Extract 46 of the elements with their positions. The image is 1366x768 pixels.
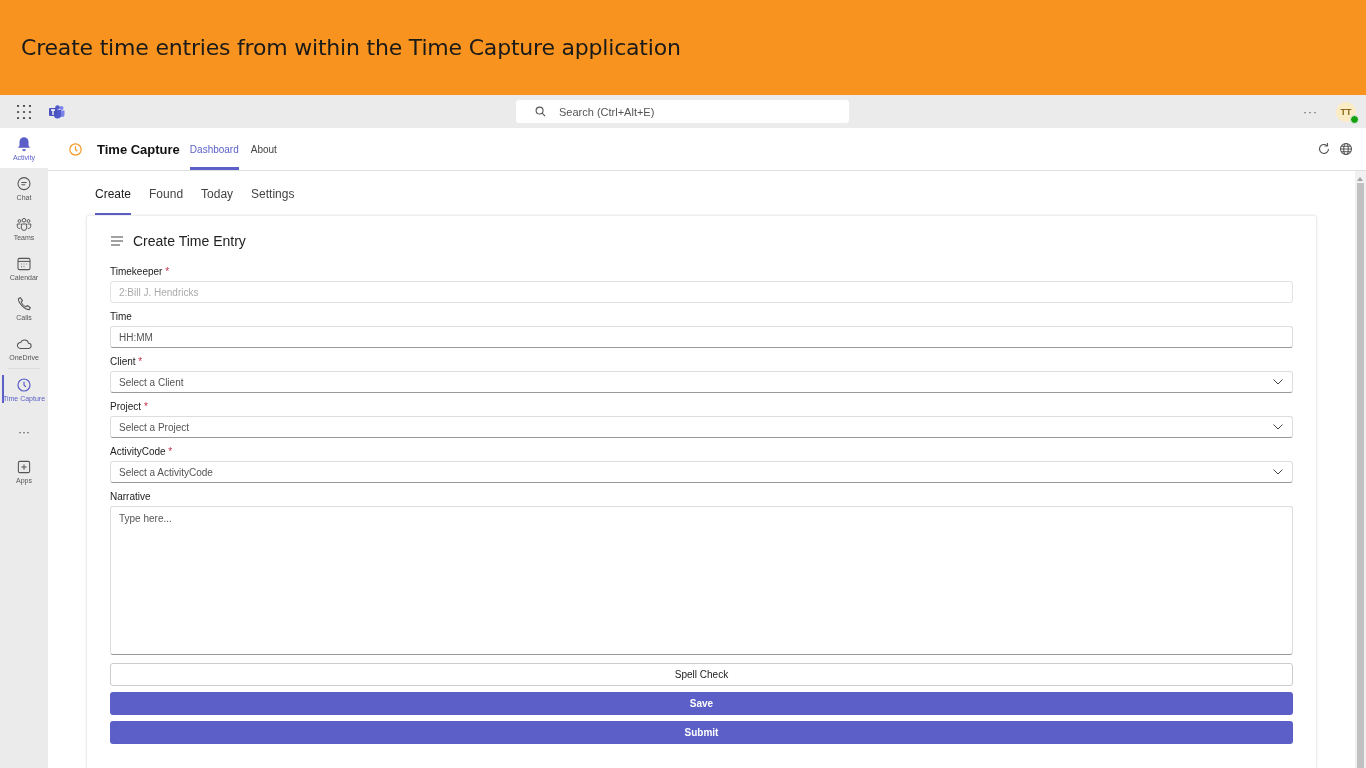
teams-icon [15, 215, 33, 233]
field-label: Timekeeper * [110, 266, 171, 278]
action-button[interactable]: Submit [110, 721, 1293, 744]
form-tab[interactable]: Found [149, 171, 184, 215]
input-field[interactable]: HH:MM [110, 326, 1293, 348]
form-tab[interactable]: Today [201, 171, 234, 215]
field-label: Project * [110, 401, 149, 413]
dropdown-field[interactable]: Select a Project [110, 416, 1293, 438]
dropdown-field[interactable]: Select a Client [110, 371, 1293, 393]
globe-icon[interactable] [1339, 142, 1353, 156]
action-button[interactable]: Spell Check [110, 663, 1293, 686]
dropdown-field[interactable]: Select a ActivityCode [110, 461, 1293, 483]
teams-logo-icon[interactable] [49, 104, 65, 119]
menu-icon[interactable] [110, 234, 124, 248]
phone-icon [15, 295, 33, 313]
chat-icon [15, 175, 33, 193]
field-label: ActivityCode * [110, 446, 174, 458]
action-button[interactable]: Save [110, 692, 1293, 715]
chevron-down-icon [1273, 424, 1283, 430]
banner-title: Create time entries from within the Time Capture application [21, 35, 681, 60]
form-tab[interactable]: Create [95, 171, 132, 215]
user-avatar[interactable]: TT [1336, 101, 1356, 122]
clock-icon [15, 376, 33, 394]
plus-icon [15, 458, 33, 476]
app-launcher-icon[interactable] [17, 104, 31, 119]
form-tab[interactable]: Settings [251, 171, 295, 215]
header-tab[interactable]: About [250, 128, 277, 170]
field-label: Narrative [110, 491, 152, 503]
field-label: Time [110, 311, 133, 323]
more-apps-icon[interactable]: ··· [0, 417, 48, 447]
field-label: Client * [110, 356, 144, 368]
text-area[interactable]: Type here... [110, 506, 1293, 655]
refresh-icon[interactable] [1317, 142, 1331, 156]
status-dot [1350, 114, 1359, 124]
bell-icon [15, 135, 33, 153]
more-options-icon[interactable]: ··· [1303, 104, 1318, 119]
search-field[interactable]: Search (Ctrl+Alt+E) [516, 100, 849, 123]
clock-icon [67, 140, 84, 158]
scrollbar-thumb[interactable] [1357, 183, 1364, 768]
search-icon [535, 106, 546, 117]
header-tab[interactable]: Dashboard [189, 128, 239, 170]
chevron-down-icon [1273, 469, 1283, 475]
form-title: Create Time Entry [133, 233, 246, 249]
chevron-down-icon [1273, 379, 1283, 385]
app-title: Time Capture [97, 141, 180, 157]
calendar-icon [15, 255, 33, 273]
